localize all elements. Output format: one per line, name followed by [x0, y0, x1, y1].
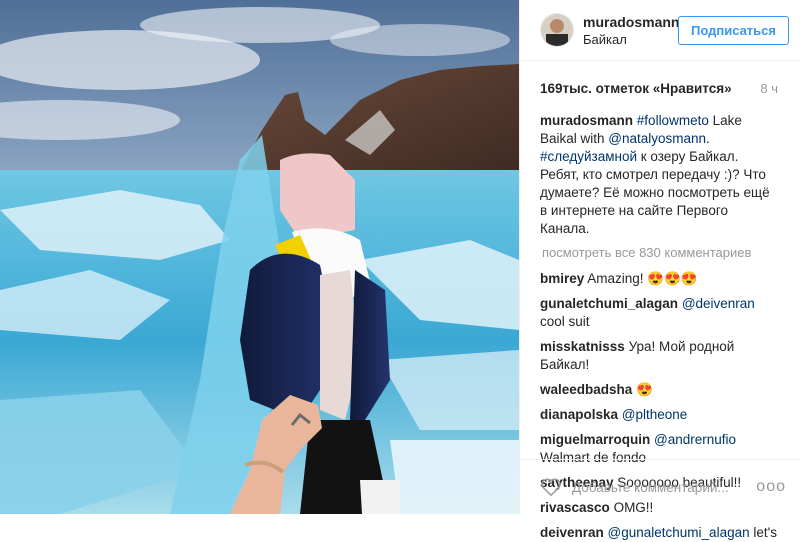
comment: gunaletchumi_alagan @deivenran cool suit	[540, 295, 778, 331]
comment-username[interactable]: deivenran	[540, 525, 604, 540]
mention-link[interactable]: @deivenran	[682, 296, 755, 311]
location-link[interactable]: Байкал	[583, 32, 678, 47]
header-info: muradosmann Байкал	[583, 14, 679, 47]
follow-button[interactable]: Подписаться	[677, 15, 789, 45]
comment-text: 😍	[632, 382, 653, 397]
comment: deivenran @gunaletchumi_alagan let's	[540, 524, 778, 542]
more-options-icon[interactable]: ooo	[756, 478, 786, 496]
post: muradosmann Байкал Подписаться 169тыс. о…	[0, 0, 800, 540]
post-photo[interactable]	[0, 0, 519, 514]
view-all-comments-link[interactable]: посмотреть все 830 комментариев	[542, 244, 778, 262]
comment-username[interactable]: miguelmarroquin	[540, 432, 650, 447]
likes-row: 169тыс. отметок «Нравится» 8 ч	[520, 61, 800, 101]
caption-text: .	[706, 131, 710, 146]
comment: dianapolska @pltheone	[540, 406, 778, 424]
comment-username[interactable]: bmirey	[540, 271, 584, 286]
mention-link[interactable]: @natalyosmann	[608, 131, 706, 146]
heart-icon[interactable]	[540, 476, 562, 498]
comment-username[interactable]: gunaletchumi_alagan	[540, 296, 678, 311]
comment-text: cool suit	[540, 314, 590, 329]
mention-link[interactable]: @andrernufio	[654, 432, 736, 447]
avatar[interactable]	[540, 13, 574, 47]
post-sidebar: muradosmann Байкал Подписаться 169тыс. о…	[519, 0, 800, 540]
add-comment-input[interactable]: Добавьте комментарий...	[572, 480, 756, 495]
comment: waleedbadsha 😍	[540, 381, 778, 399]
post-time[interactable]: 8 ч	[760, 81, 778, 101]
comment-text: Amazing! 😍😍😍	[584, 271, 698, 286]
post-header: muradosmann Байкал Подписаться	[520, 0, 800, 61]
comment: bmirey Amazing! 😍😍😍	[540, 270, 778, 288]
comment-footer: Добавьте комментарий... ooo	[520, 459, 800, 514]
caption-username[interactable]: muradosmann	[540, 113, 633, 128]
comment-username[interactable]: dianapolska	[540, 407, 618, 422]
caption: muradosmann #followmeto Lake Baikal with…	[540, 112, 778, 238]
lake-baikal-photo	[0, 0, 519, 514]
comment-username[interactable]: waleedbadsha	[540, 382, 632, 397]
hashtag-link[interactable]: #followmeto	[637, 113, 709, 128]
comment-username[interactable]: misskatnisss	[540, 339, 625, 354]
hashtag-link[interactable]: #следуйзамной	[540, 149, 637, 164]
comment: misskatnisss Ура! Мой родной Байкал!	[540, 338, 778, 374]
username-link[interactable]: muradosmann	[583, 14, 679, 30]
mention-link[interactable]: @gunaletchumi_alagan	[608, 525, 750, 540]
comment-text: let's	[749, 525, 777, 540]
likes-count[interactable]: 169тыс. отметок «Нравится»	[540, 81, 732, 101]
mention-link[interactable]: @pltheone	[622, 407, 688, 422]
